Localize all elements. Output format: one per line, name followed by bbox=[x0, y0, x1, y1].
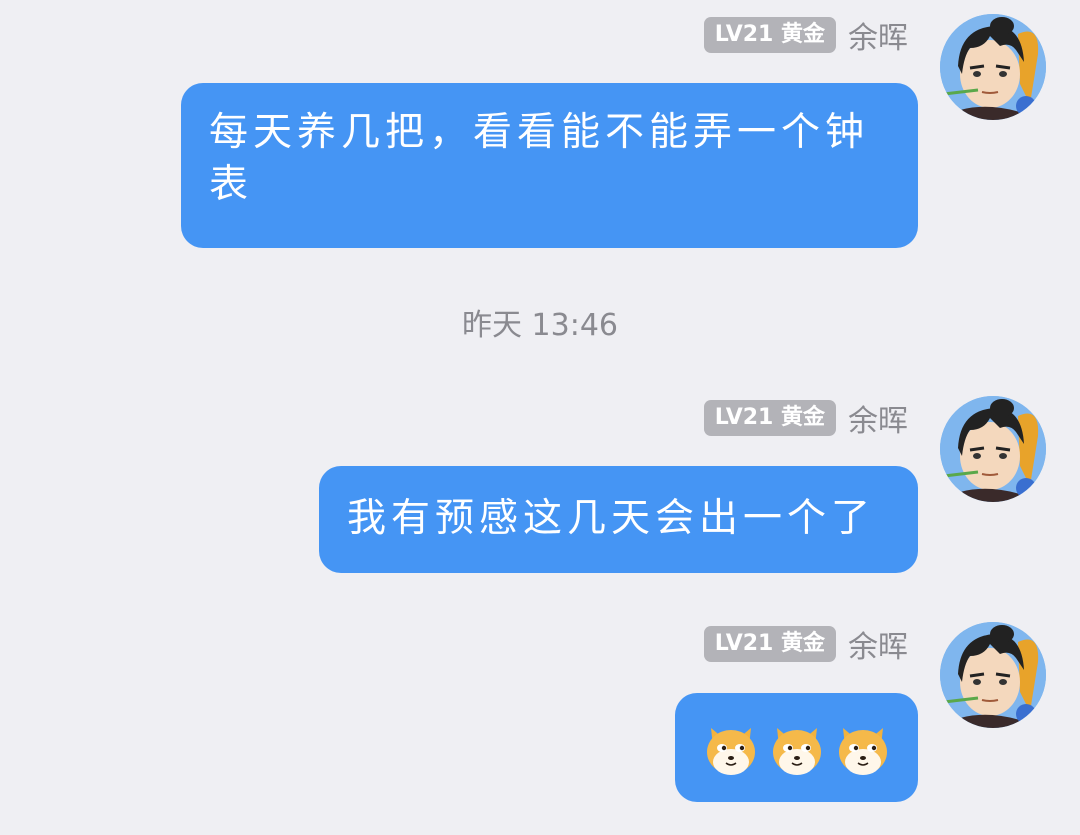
message-bubble[interactable]: 每天养几把，看看能不能弄一个钟表 bbox=[181, 83, 918, 248]
avatar[interactable] bbox=[940, 396, 1046, 502]
sender-name[interactable]: 余晖 bbox=[848, 622, 908, 666]
level-badge: LV21 黄金 bbox=[703, 400, 836, 436]
sender-name[interactable]: 余晖 bbox=[848, 396, 908, 440]
avatar-image bbox=[940, 14, 1046, 120]
avatar-image bbox=[940, 622, 1046, 728]
dog-face-emoji bbox=[706, 727, 755, 775]
avatar-image bbox=[940, 396, 1046, 502]
dog-face-emoji bbox=[772, 727, 821, 775]
level-badge: LV21 黄金 bbox=[703, 17, 836, 53]
emoji-message-bubble[interactable] bbox=[675, 693, 918, 802]
avatar[interactable] bbox=[940, 14, 1046, 120]
sender-name[interactable]: 余晖 bbox=[848, 13, 908, 57]
sender-info: LV21 黄金 余晖 bbox=[703, 396, 908, 440]
avatar[interactable] bbox=[940, 622, 1046, 728]
sender-info: LV21 黄金 余晖 bbox=[703, 622, 908, 666]
sender-info: LV21 黄金 余晖 bbox=[703, 13, 908, 57]
dog-face-emoji bbox=[838, 727, 887, 775]
chat-message: LV21 黄金 余晖 每天养几把，看看能不能弄一个钟表 bbox=[0, 0, 1080, 260]
timestamp: 昨天 13:46 bbox=[462, 308, 618, 343]
message-bubble[interactable]: 我有预感这几天会出一个了 bbox=[319, 466, 918, 573]
level-badge: LV21 黄金 bbox=[703, 626, 836, 662]
